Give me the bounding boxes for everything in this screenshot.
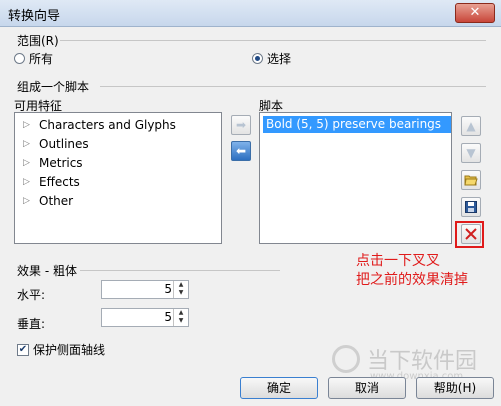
open-button[interactable]: [461, 170, 481, 190]
tree-item-label: Characters and Glyphs: [39, 118, 176, 132]
horizontal-increment[interactable]: ▲: [174, 281, 188, 289]
radio-selection[interactable]: 选择: [252, 50, 291, 67]
scope-divider: [60, 40, 486, 41]
tree-item-other[interactable]: ▷ Other: [23, 194, 73, 208]
effect-divider: [80, 270, 280, 271]
move-up-icon: ▲: [466, 119, 476, 133]
close-icon: ✕: [469, 5, 481, 20]
checkmark-icon: ✔: [17, 343, 29, 356]
horizontal-decrement[interactable]: ▼: [174, 289, 188, 297]
move-down-icon: ▼: [466, 146, 476, 160]
tree-item-label: Other: [39, 194, 74, 208]
vertical-stepper[interactable]: 5 ▲ ▼: [101, 308, 189, 327]
expand-arrow-icon[interactable]: ▷: [23, 177, 33, 187]
left-arrow-icon: ⬅: [235, 144, 247, 158]
radio-all-label: 所有: [29, 52, 54, 66]
expand-arrow-icon[interactable]: ▷: [23, 196, 33, 206]
compose-group-label: 组成一个脚本: [17, 80, 90, 94]
keep-sidebearing-label: 保护侧面轴线: [33, 343, 106, 357]
keep-sidebearing-checkbox[interactable]: ✔ 保护侧面轴线: [17, 341, 105, 358]
effect-group-label: 效果 - 粗体: [17, 264, 77, 278]
tree-item-label: Metrics: [39, 156, 83, 170]
tree-item-characters-glyphs[interactable]: ▷ Characters and Glyphs: [23, 118, 176, 132]
watermark-logo-icon: [332, 345, 360, 373]
move-up-button[interactable]: ▲: [461, 116, 481, 136]
expand-arrow-icon[interactable]: ▷: [23, 158, 33, 168]
vertical-label: 垂直:: [17, 317, 46, 331]
ok-button[interactable]: 确定: [240, 377, 318, 399]
expand-arrow-icon[interactable]: ▷: [23, 139, 33, 149]
save-icon: [465, 201, 477, 213]
script-item-bold[interactable]: Bold (5, 5) preserve bearings: [263, 116, 451, 133]
radio-selection-indicator: [252, 53, 263, 64]
remove-from-script-button[interactable]: ⬅: [231, 141, 251, 161]
help-button[interactable]: 帮助(H): [416, 377, 494, 399]
save-button[interactable]: [461, 197, 481, 217]
annotation-line-1: 点击一下叉叉: [356, 253, 440, 269]
radio-all-indicator: [14, 53, 25, 64]
radio-selection-label: 选择: [267, 52, 292, 66]
open-folder-icon: [464, 175, 478, 186]
right-arrow-icon: ➡: [235, 118, 247, 132]
vertical-increment[interactable]: ▲: [174, 309, 188, 317]
vertical-decrement[interactable]: ▼: [174, 317, 188, 325]
vertical-value: 5: [164, 310, 172, 324]
tree-item-metrics[interactable]: ▷ Metrics: [23, 156, 83, 170]
close-button[interactable]: ✕: [455, 3, 495, 23]
scope-group-label: 范围(R): [17, 34, 59, 48]
radio-all[interactable]: 所有: [14, 50, 53, 67]
window-title: 转换向导: [8, 9, 61, 24]
tree-item-label: Effects: [39, 175, 80, 189]
tree-item-effects[interactable]: ▷ Effects: [23, 175, 80, 189]
compose-divider: [100, 86, 486, 87]
features-tree[interactable]: ▷ Characters and Glyphs ▷ Outlines ▷ Met…: [14, 112, 222, 244]
move-down-button[interactable]: ▼: [461, 143, 481, 163]
expand-arrow-icon[interactable]: ▷: [23, 120, 33, 130]
tree-item-outlines[interactable]: ▷ Outlines: [23, 137, 89, 151]
horizontal-stepper[interactable]: 5 ▲ ▼: [101, 280, 189, 299]
cancel-button[interactable]: 取消: [328, 377, 406, 399]
script-list[interactable]: Bold (5, 5) preserve bearings: [259, 112, 452, 244]
title-bar: 转换向导 ✕: [0, 0, 501, 27]
add-to-script-button[interactable]: ➡: [231, 115, 251, 135]
tree-item-label: Outlines: [39, 137, 89, 151]
annotation-highlight-box: [455, 221, 484, 248]
horizontal-label: 水平:: [17, 288, 46, 302]
horizontal-value: 5: [164, 282, 172, 296]
annotation-line-2: 把之前的效果清掉: [356, 272, 468, 288]
